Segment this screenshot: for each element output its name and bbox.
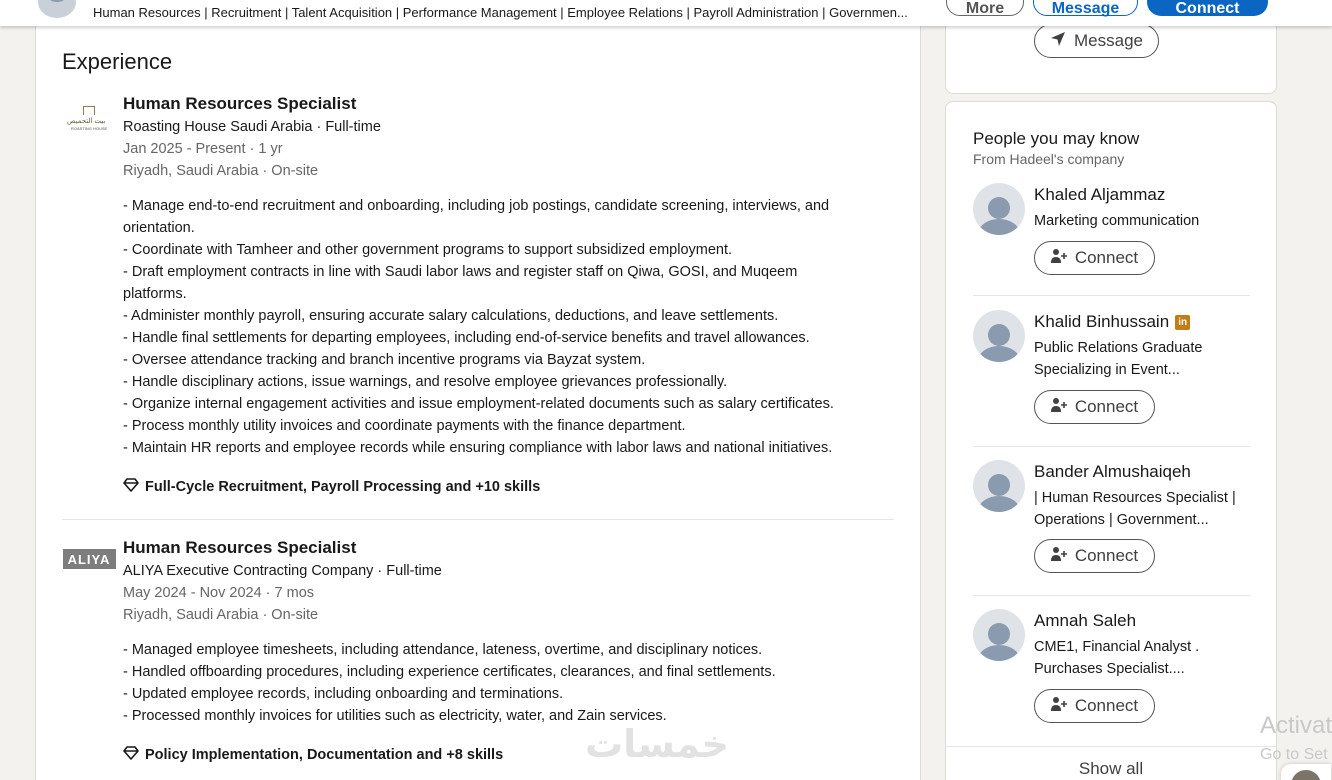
person-divider: [973, 446, 1250, 447]
person-name-text: Bander Almushaiqeh: [1034, 462, 1191, 481]
connect-button[interactable]: Connect: [1034, 241, 1155, 275]
more-button-label: More: [965, 0, 1005, 17]
connect-label: Connect: [1074, 546, 1139, 565]
message-button[interactable]: Message: [1034, 24, 1159, 58]
description-line: - Processed monthly invoices for utiliti…: [123, 708, 667, 724]
description-line: - Coordinate with Tamheer and other gove…: [123, 242, 733, 258]
pymk-title: People you may know: [973, 129, 1140, 148]
message-button-top[interactable]: Message: [1033, 0, 1138, 17]
message-button-top-label: Message: [1051, 0, 1120, 17]
description-line: - Administer monthly payroll, ensuring a…: [123, 308, 779, 324]
description-line: - Managed employee timesheets, including…: [123, 642, 763, 658]
skills-label: Policy Implementation, Documentation and…: [145, 747, 504, 763]
avatar[interactable]: [973, 609, 1025, 661]
skills-label: Full-Cycle Recruitment, Payroll Processi…: [145, 479, 541, 495]
person-headline: Marketing communication: [1034, 213, 1200, 229]
description-line: - Process monthly utility invoices and c…: [123, 418, 686, 434]
diamond-icon: [123, 478, 139, 496]
sticky-profile-bar: Human Resources | Recruitment | Talent A…: [0, 0, 1332, 26]
person-name[interactable]: Khalid Binhussain in: [1034, 312, 1191, 332]
suggested-person: Amnah Saleh CME1, Financial Analyst . Pu…: [973, 609, 1250, 734]
job-location: Riyadh, Saudi Arabia · On-site: [123, 607, 319, 623]
job-location: Riyadh, Saudi Arabia · On-site: [123, 163, 319, 179]
person-headline: CME1, Financial Analyst . Purchases Spec…: [1034, 639, 1200, 677]
skills-link[interactable]: Full-Cycle Recruitment, Payroll Processi…: [123, 478, 893, 496]
diamond-icon: [123, 746, 139, 764]
messaging-avatar-bubble[interactable]: [1281, 764, 1331, 780]
suggested-person: Khalid Binhussain in Public Relations Gr…: [973, 310, 1250, 447]
description-line: orientation.: [123, 220, 195, 236]
watermark-logo: خمسات: [585, 722, 729, 766]
connect-button-top-label: Connect: [1175, 0, 1240, 17]
job-description: - Managed employee timesheets, including…: [123, 639, 893, 727]
description-line: - Updated employee records, including on…: [123, 686, 564, 702]
add-person-icon: [1050, 696, 1067, 717]
profile-headline: Human Resources | Recruitment | Talent A…: [93, 5, 908, 20]
add-person-icon: [1050, 546, 1067, 567]
show-all-divider: [946, 746, 1276, 747]
person-name[interactable]: Amnah Saleh: [1034, 611, 1136, 631]
experience-item: ALIYA Human Resources Specialist ALIYA E…: [62, 537, 894, 777]
connect-button[interactable]: Connect: [1034, 539, 1155, 573]
add-person-icon: [1050, 248, 1067, 269]
connect-label: Connect: [1074, 248, 1139, 267]
description-line: - Organize internal engagement activitie…: [123, 396, 834, 412]
job-description: - Manage end-to-end recruitment and onbo…: [123, 195, 893, 459]
person-name[interactable]: Khaled Aljammaz: [1034, 185, 1165, 205]
avatar[interactable]: [973, 183, 1025, 235]
experience-item: بيت التحميص ROASTING HOUSE Human Resourc…: [62, 93, 894, 503]
profile-avatar[interactable]: [38, 0, 76, 18]
show-all-button[interactable]: Show all: [946, 759, 1276, 779]
connect-button-top[interactable]: Connect: [1147, 0, 1268, 17]
company-logo-aliya[interactable]: ALIYA: [62, 532, 116, 586]
description-line: - Handled offboarding procedures, includ…: [123, 664, 776, 680]
send-icon: [1050, 31, 1066, 52]
person-name-text: Khalid Binhussain: [1034, 312, 1170, 331]
company-logo-roasting-house[interactable]: بيت التحميص ROASTING HOUSE: [62, 93, 116, 147]
job-title[interactable]: Human Resources Specialist: [123, 537, 893, 559]
skills-link[interactable]: Policy Implementation, Documentation and…: [123, 746, 893, 764]
description-line: - Oversee attendance tracking and branch…: [123, 352, 646, 368]
person-name-text: Amnah Saleh: [1034, 611, 1137, 630]
add-person-icon: [1050, 397, 1067, 418]
avatar[interactable]: [973, 310, 1025, 362]
logo-text-en: ROASTING HOUSE: [71, 126, 108, 131]
person-name-text: Khaled Aljammaz: [1034, 185, 1166, 204]
connect-button[interactable]: Connect: [1034, 390, 1155, 424]
avatar[interactable]: [973, 460, 1025, 512]
connect-label: Connect: [1074, 696, 1139, 715]
job-dates: May 2024 - Nov 2024 · 7 mos: [123, 585, 315, 601]
connect-button[interactable]: Connect: [1034, 689, 1155, 723]
company-name: Roasting House Saudi Arabia · Full-time: [123, 119, 381, 135]
suggested-person: Bander Almushaiqeh | Human Resources Spe…: [973, 460, 1250, 596]
description-line: - Maintain HR reports and employee recor…: [123, 440, 833, 456]
company-name: ALIYA Executive Contracting Company · Fu…: [123, 563, 442, 579]
description-line: - Manage end-to-end recruitment and onbo…: [123, 198, 830, 214]
person-name[interactable]: Bander Almushaiqeh: [1034, 462, 1191, 482]
person-headline: Public Relations Graduate Specializing i…: [1034, 340, 1203, 378]
pymk-subtitle: From Hadeel's company: [973, 151, 1125, 167]
linkedin-premium-icon: in: [1175, 314, 1191, 330]
windows-activation-title: Activat: [1260, 712, 1332, 739]
more-button[interactable]: More: [946, 0, 1024, 17]
description-line: - Handle final settlements for departing…: [123, 330, 810, 346]
job-dates: Jan 2025 - Present · 1 yr: [123, 141, 283, 157]
description-line: - Draft employment contracts in line wit…: [123, 264, 798, 280]
message-button-label: Message: [1074, 31, 1143, 50]
description-line: platforms.: [123, 286, 187, 302]
connect-label: Connect: [1074, 397, 1139, 416]
windows-activation-subtitle: Go to Set: [1260, 746, 1328, 763]
person-divider: [973, 295, 1250, 296]
logo-text-ar: بيت التحميص: [67, 118, 106, 125]
logo-text-aliya: ALIYA: [67, 551, 111, 567]
experience-divider: [62, 519, 894, 520]
suggested-person: Khaled Aljammaz Marketing communication …: [973, 183, 1250, 296]
person-divider: [973, 595, 1250, 596]
description-line: - Handle disciplinary actions, issue war…: [123, 374, 728, 390]
job-title[interactable]: Human Resources Specialist: [123, 93, 893, 115]
person-headline: | Human Resources Specialist | Operation…: [1034, 490, 1236, 528]
experience-section-title: Experience: [62, 49, 173, 74]
